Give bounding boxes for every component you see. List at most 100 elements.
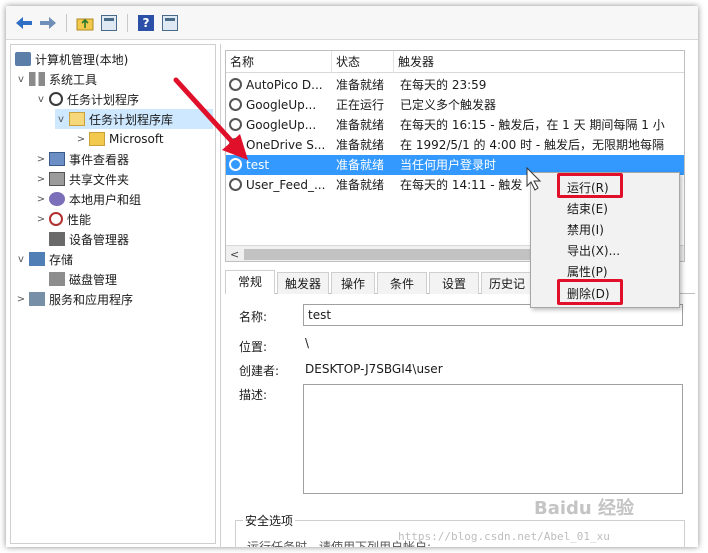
task-clock-icon [229, 138, 242, 151]
tab-settings[interactable]: 设置 [429, 272, 479, 294]
chevron-right-icon[interactable]: > [35, 194, 47, 205]
security-options-title: 安全选项 [243, 512, 296, 529]
scroll-left-icon[interactable]: < [230, 246, 239, 261]
console-tree-icon [101, 14, 117, 31]
description-field[interactable] [303, 384, 683, 494]
computer-management-window: ? 计算机管理(本地) v 系统工具 v 任务计划程序 v 任务计划程序库 > [6, 6, 698, 547]
show-hide-tree-button[interactable] [99, 13, 119, 33]
chevron-right-icon[interactable]: > [35, 174, 47, 185]
menu-item-end[interactable]: 结束(E) [567, 200, 608, 218]
storage-icon [29, 252, 45, 266]
tree-item-label: 计算机管理(本地) [35, 52, 129, 67]
task-status: 正在运行 [336, 98, 385, 112]
table-row[interactable]: GoogleUp... 准备就绪 在每天的 16:15 - 触发后，在 1 天 … [226, 115, 684, 135]
tree-item-disk-management[interactable]: 磁盘管理 [49, 269, 117, 289]
clock-icon [49, 92, 63, 106]
task-name: GoogleUp... [246, 118, 317, 132]
location-label: 位置: [239, 340, 268, 354]
task-clock-icon [229, 98, 242, 111]
toolbar-separator [66, 13, 67, 32]
highlight-box-run [557, 173, 623, 198]
tree-item-shared-folders[interactable]: > 共享文件夹 [35, 169, 129, 189]
toolbar-separator [127, 13, 128, 32]
task-name: OneDrive S... [246, 138, 326, 152]
folder-icon [89, 132, 105, 146]
task-clock-icon [229, 158, 242, 171]
console-tree: 计算机管理(本地) v 系统工具 v 任务计划程序 v 任务计划程序库 > Mi… [10, 44, 216, 544]
task-clock-icon [229, 178, 242, 191]
chevron-right-icon[interactable]: > [35, 214, 47, 225]
tree-item-label: 性能 [67, 212, 92, 227]
chevron-down-icon[interactable]: v [55, 114, 67, 125]
help-button[interactable]: ? [136, 13, 156, 33]
chevron-down-icon[interactable]: v [35, 94, 47, 105]
tree-item-task-scheduler-library[interactable]: v 任务计划程序库 [55, 109, 213, 129]
highlight-box-delete [557, 279, 623, 305]
chevron-down-icon[interactable]: v [15, 74, 27, 85]
tree-item-label: 磁盘管理 [69, 272, 118, 287]
task-status: 准备就绪 [336, 138, 385, 152]
tree-item-event-viewer[interactable]: > 事件查看器 [35, 149, 129, 169]
description-label: 描述: [239, 388, 268, 402]
forward-arrow-icon [40, 16, 56, 29]
tab-triggers[interactable]: 触发器 [277, 272, 329, 294]
task-list-header: 名称 状态 触发器 [226, 51, 684, 73]
tree-item-task-scheduler[interactable]: v 任务计划程序 [35, 89, 139, 109]
device-manager-icon [49, 232, 65, 246]
tree-item-label: 设备管理器 [69, 232, 130, 247]
tree-item-label: 共享文件夹 [69, 172, 130, 187]
up-folder-button[interactable] [75, 13, 95, 33]
users-icon [49, 192, 65, 206]
back-arrow-icon [16, 16, 32, 29]
tree-item-microsoft[interactable]: > Microsoft [75, 129, 164, 149]
tab-general[interactable]: 常规 [225, 270, 275, 295]
folder-up-icon [76, 18, 94, 30]
back-button[interactable] [14, 13, 34, 33]
author-value: DESKTOP-J7SBGI4\user [305, 362, 443, 376]
menu-item-export[interactable]: 导出(X)... [567, 242, 620, 260]
task-status: 准备就绪 [336, 158, 385, 172]
tree-item-local-users-groups[interactable]: > 本地用户和组 [35, 189, 141, 209]
tab-conditions[interactable]: 条件 [377, 272, 427, 294]
tree-item-label: 本地用户和组 [69, 192, 142, 207]
author-label: 创建者: [239, 364, 280, 378]
tree-item-storage[interactable]: v 存储 [15, 249, 73, 269]
task-status: 准备就绪 [336, 118, 385, 132]
services-icon [29, 292, 45, 306]
chevron-down-icon[interactable]: v [15, 254, 27, 265]
help-icon: ? [138, 14, 154, 31]
chevron-right-icon[interactable]: > [35, 154, 47, 165]
chevron-right-icon[interactable]: > [75, 134, 87, 145]
task-status: 准备就绪 [336, 78, 385, 92]
column-header-trigger[interactable]: 触发器 [394, 51, 684, 73]
tree-item-performance[interactable]: > 性能 [35, 209, 91, 229]
tree-item-services-apps[interactable]: > 服务和应用程序 [15, 289, 133, 309]
task-clock-icon [229, 78, 242, 91]
action-pane-button[interactable] [160, 13, 180, 33]
chevron-right-icon[interactable]: > [15, 294, 27, 305]
name-label: 名称: [239, 310, 268, 324]
table-row[interactable]: OneDrive S... 准备就绪 在 1992/5/1 的 4:00 时 -… [226, 135, 684, 155]
tree-item-label: 服务和应用程序 [49, 292, 134, 307]
column-header-name[interactable]: 名称 [226, 51, 332, 73]
table-row[interactable]: GoogleUp... 正在运行 已定义多个触发器 [226, 95, 684, 115]
tree-item-computer-management[interactable]: 计算机管理(本地) [15, 49, 128, 69]
baidu-watermark: Baidu 经验 [534, 498, 635, 519]
tree-item-label: 系统工具 [49, 72, 98, 87]
scrollbar-thumb[interactable] [244, 249, 544, 260]
forward-button[interactable] [38, 13, 58, 33]
column-header-status[interactable]: 状态 [332, 51, 394, 73]
menu-item-disable[interactable]: 禁用(I) [567, 221, 604, 239]
task-name: AutoPico D... [246, 78, 323, 92]
task-trigger: 在每天的 16:15 - 触发后，在 1 天 期间每隔 1 小 [400, 118, 665, 132]
event-viewer-icon [49, 152, 65, 166]
tab-history[interactable]: 历史记 [481, 272, 533, 294]
tree-item-label: 任务计划程序库 [89, 112, 174, 127]
tree-item-label: 存储 [49, 252, 74, 267]
disk-icon [49, 272, 65, 286]
tab-actions[interactable]: 操作 [331, 272, 375, 294]
tree-item-system-tools[interactable]: v 系统工具 [15, 69, 97, 89]
tree-item-device-manager[interactable]: 设备管理器 [49, 229, 129, 249]
tree-item-label: Microsoft [109, 132, 164, 146]
table-row[interactable]: AutoPico D... 准备就绪 在每天的 23:59 [226, 75, 684, 95]
